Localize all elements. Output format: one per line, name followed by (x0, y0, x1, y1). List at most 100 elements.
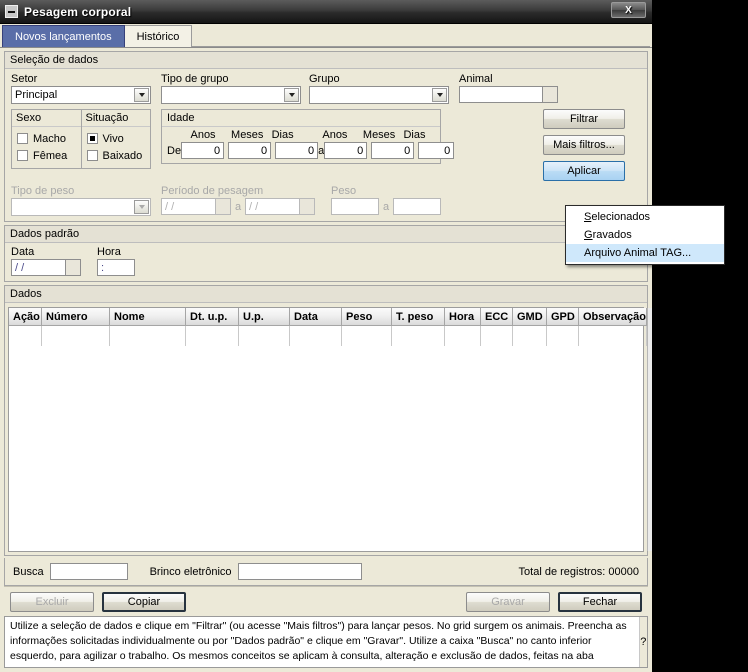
menu-item-label: Gravados (584, 229, 632, 241)
busca-input[interactable] (49, 563, 128, 580)
peso-label: Peso (331, 185, 357, 197)
periodo-to-calendar-button[interactable] (300, 198, 315, 215)
setor-value: Principal (15, 89, 58, 101)
checkbox-label: Vivo (102, 132, 124, 145)
fechar-button[interactable]: Fechar (558, 591, 642, 612)
tab-novos-lancamentos[interactable]: Novos lançamentos (2, 25, 125, 47)
checkbox-icon[interactable] (17, 150, 28, 161)
copiar-button[interactable]: Copiar (102, 591, 186, 612)
grid-header-row: Ação Número Nome Dt. u.p. U.p. Data Peso… (9, 308, 647, 326)
periodo-de-pesagem-to-input[interactable] (245, 198, 300, 215)
animal-lookup-button[interactable] (543, 86, 558, 103)
grupo-combo[interactable] (309, 86, 449, 104)
grid-col-data[interactable]: Data (290, 308, 342, 326)
checkbox-icon[interactable] (86, 150, 98, 161)
checkbox-icon[interactable] (17, 133, 28, 144)
idade-a-dias-input[interactable] (418, 142, 455, 159)
data-label: Data (11, 246, 35, 258)
application-window: Pesagem corporal X Novos lançamentos His… (0, 0, 725, 672)
gravar-button[interactable]: Gravar (466, 591, 550, 612)
menu-item-arquivo-animal-tag[interactable]: Arquivo Animal TAG... (566, 244, 724, 262)
checkbox-checked-icon[interactable] (86, 133, 98, 144)
idade-de-meses-input[interactable] (228, 142, 272, 159)
grid-col-nome[interactable]: Nome (110, 308, 186, 326)
idade-a-anos-input[interactable] (324, 142, 368, 159)
checkbox-vivo[interactable]: Vivo (86, 130, 146, 147)
dados-title: Dados (5, 286, 647, 303)
data-input[interactable] (11, 259, 66, 276)
menu-item-label: Arquivo Animal TAG... (584, 247, 692, 259)
grid-col-gmd[interactable]: GMD (513, 308, 547, 326)
tab-filler (191, 25, 650, 47)
tipo-de-grupo-label: Tipo de grupo (161, 73, 229, 85)
grid-col-numero[interactable]: Número (42, 308, 110, 326)
mais-filtros-button[interactable]: Mais filtros... (543, 135, 625, 155)
total-registros-label: Total de registros: 00000 (518, 565, 639, 578)
idade-de-dias-input[interactable] (275, 142, 319, 159)
brinco-eletronico-label: Brinco eletrônico (149, 565, 232, 578)
grid-col-acao[interactable]: Ação (9, 308, 42, 326)
grid-body[interactable] (9, 326, 647, 551)
checkbox-femea[interactable]: Fêmea (17, 147, 76, 164)
grid-col-gpd[interactable]: GPD (547, 308, 579, 326)
menu-item-label: Selecionados (584, 211, 651, 223)
tipo-de-grupo-combo[interactable] (161, 86, 301, 104)
grid-col-observacao[interactable]: Observação (579, 308, 647, 326)
situacao-label: Situação (81, 110, 150, 127)
dados-grid[interactable]: Ação Número Nome Dt. u.p. U.p. Data Peso… (8, 307, 665, 552)
help-bar: Utilize a seleção de dados e clique em "… (4, 616, 648, 668)
animal-label: Animal (459, 73, 493, 85)
grid-col-peso[interactable]: Peso (342, 308, 392, 326)
desktop-background (652, 0, 748, 672)
periodo-from-calendar-button[interactable] (216, 198, 231, 215)
minimize-box-icon[interactable] (5, 5, 18, 18)
search-bar: Busca Brinco eletrônico Total de registr… (4, 558, 648, 586)
animal-input[interactable] (459, 86, 543, 103)
aplicar-dropdown-menu[interactable]: Selecionados Gravados Arquivo Animal TAG… (565, 205, 725, 265)
tab-label: Novos lançamentos (15, 30, 112, 43)
grid-col-ecc[interactable]: ECC (481, 308, 513, 326)
idade-de-dias-label: Dias (271, 129, 294, 141)
hora-label: Hora (97, 246, 121, 258)
idade-label: Idade (162, 110, 440, 127)
dados-padrao-title: Dados padrão (5, 226, 647, 243)
chevron-down-icon[interactable] (432, 88, 447, 102)
menu-item-gravados[interactable]: Gravados (566, 226, 724, 244)
idade-a-meses-input[interactable] (371, 142, 415, 159)
selecao-de-dados-group: Seleção de dados Setor Principal Tipo de… (4, 51, 648, 222)
filtrar-button[interactable]: Filtrar (543, 109, 625, 129)
idade-de-anos-label: Anos (190, 129, 216, 141)
footer-button-bar: Excluir Copiar Gravar Fechar (4, 586, 648, 616)
setor-combo[interactable]: Principal (11, 86, 151, 104)
grid-col-hora[interactable]: Hora (445, 308, 481, 326)
help-question-icon[interactable]: ? (638, 617, 647, 667)
chevron-down-icon[interactable] (134, 200, 149, 214)
close-button[interactable]: X (611, 2, 646, 18)
grid-col-dt-up[interactable]: Dt. u.p. (186, 308, 239, 326)
chevron-down-icon[interactable] (134, 88, 149, 102)
checkbox-label: Fêmea (33, 149, 68, 162)
menu-item-selecionados[interactable]: Selecionados (566, 208, 724, 226)
dados-group: Dados Ação Número Nome Dt. u.p. U.p. Dat… (4, 285, 665, 556)
checkbox-baixado[interactable]: Baixado (86, 147, 146, 164)
grid-col-t-peso[interactable]: T. peso (392, 308, 445, 326)
grid-col-up[interactable]: U.p. (239, 308, 290, 326)
idade-de-anos-input[interactable] (181, 142, 225, 159)
peso-from-input[interactable] (331, 198, 379, 215)
window-body: Seleção de dados Setor Principal Tipo de… (0, 48, 665, 616)
peso-separator: a (382, 200, 390, 213)
hora-input[interactable] (97, 259, 135, 276)
periodo-de-pesagem-from-input[interactable] (161, 198, 216, 215)
idade-de-meses-label: Meses (231, 129, 264, 141)
idade-a-meses-label: Meses (362, 129, 396, 141)
aplicar-button[interactable]: Aplicar (543, 161, 625, 181)
chevron-down-icon[interactable] (284, 88, 299, 102)
checkbox-macho[interactable]: Macho (17, 130, 76, 147)
tab-label: Histórico (136, 30, 180, 43)
peso-to-input[interactable] (393, 198, 441, 215)
tipo-de-peso-combo[interactable] (11, 198, 151, 216)
tab-historico[interactable]: Histórico (123, 25, 193, 47)
excluir-button[interactable]: Excluir (10, 591, 94, 612)
brinco-eletronico-input[interactable] (237, 563, 362, 580)
data-calendar-button[interactable] (66, 259, 81, 276)
